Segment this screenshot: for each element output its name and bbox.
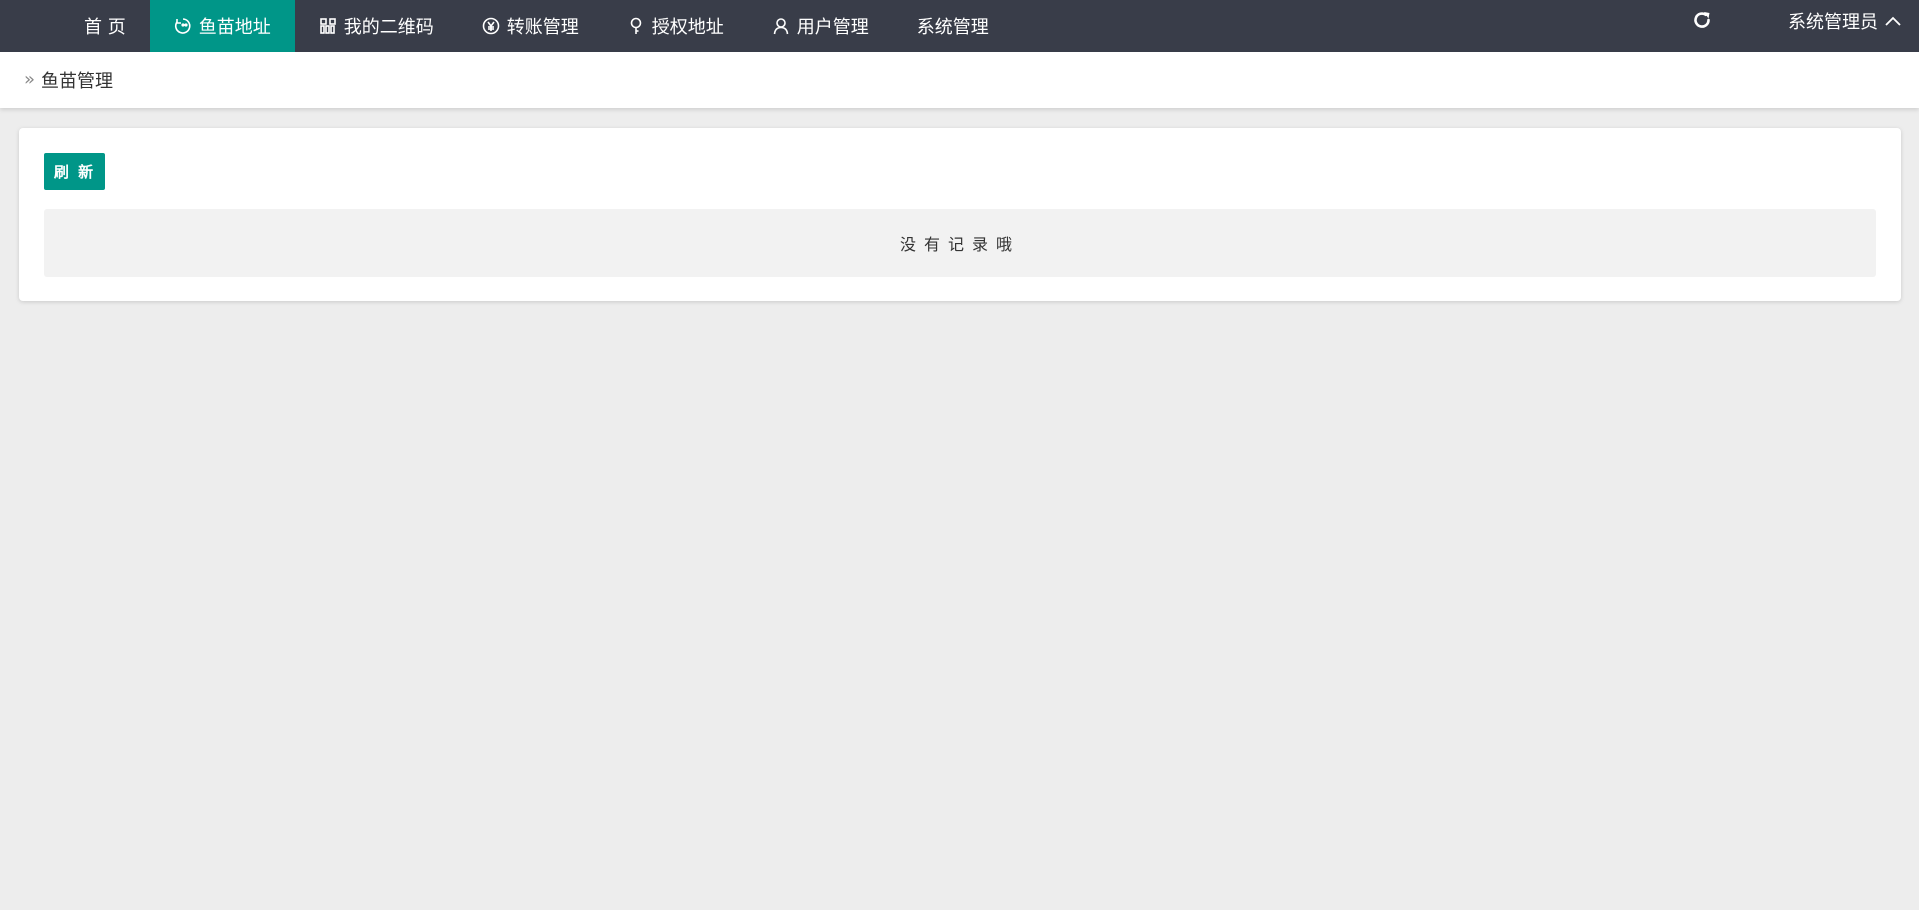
qrcode-icon (319, 17, 337, 35)
nav-item-home[interactable]: 首 页 (60, 0, 150, 52)
nav-item-label: 我的二维码 (343, 17, 434, 38)
chevron-up-icon (1884, 12, 1902, 30)
nav-item-label: 鱼苗地址 (198, 17, 271, 38)
fish-icon (174, 17, 192, 35)
nav-item-transfer[interactable]: 转账管理 (458, 0, 603, 52)
nav-item-my-qrcode[interactable]: 我的二维码 (295, 0, 458, 52)
double-chevron-right-icon: » (24, 69, 36, 90)
nav-item-label: 转账管理 (506, 17, 579, 38)
refresh-icon[interactable] (1691, 9, 1713, 31)
page-title: 鱼苗管理 (41, 71, 114, 92)
nav-item-auth-address[interactable]: 授权地址 (603, 0, 748, 52)
content-card: 刷 新 没有记录哦 (19, 128, 1901, 301)
nav-item-label: 授权地址 (651, 17, 724, 38)
nav-item-label: 用户管理 (796, 17, 869, 38)
empty-state: 没有记录哦 (44, 209, 1876, 277)
nav-item-user-manage[interactable]: 用户管理 (748, 0, 893, 52)
key-icon (627, 17, 645, 35)
yuan-icon (482, 17, 500, 35)
user-menu[interactable]: 系统管理员 (1788, 0, 1902, 42)
main-nav: 首 页 鱼苗地址 我的二维码 转账管理 授权地址 用户管理 系统管理 (60, 0, 1013, 52)
nav-item-fish-address[interactable]: 鱼苗地址 (149, 0, 295, 52)
empty-text: 没有记录哦 (899, 235, 1020, 254)
refresh-button[interactable]: 刷 新 (44, 153, 105, 190)
top-navigation-bar: 首 页 鱼苗地址 我的二维码 转账管理 授权地址 用户管理 系统管理 系统管理员 (0, 0, 1919, 52)
nav-item-label: 系统管理 (916, 17, 989, 38)
user-name: 系统管理员 (1788, 12, 1878, 33)
breadcrumb: » 鱼苗管理 (0, 52, 1919, 108)
nav-item-system-manage[interactable]: 系统管理 (893, 0, 1013, 52)
nav-item-label: 首 页 (84, 17, 126, 38)
user-icon (772, 17, 790, 35)
